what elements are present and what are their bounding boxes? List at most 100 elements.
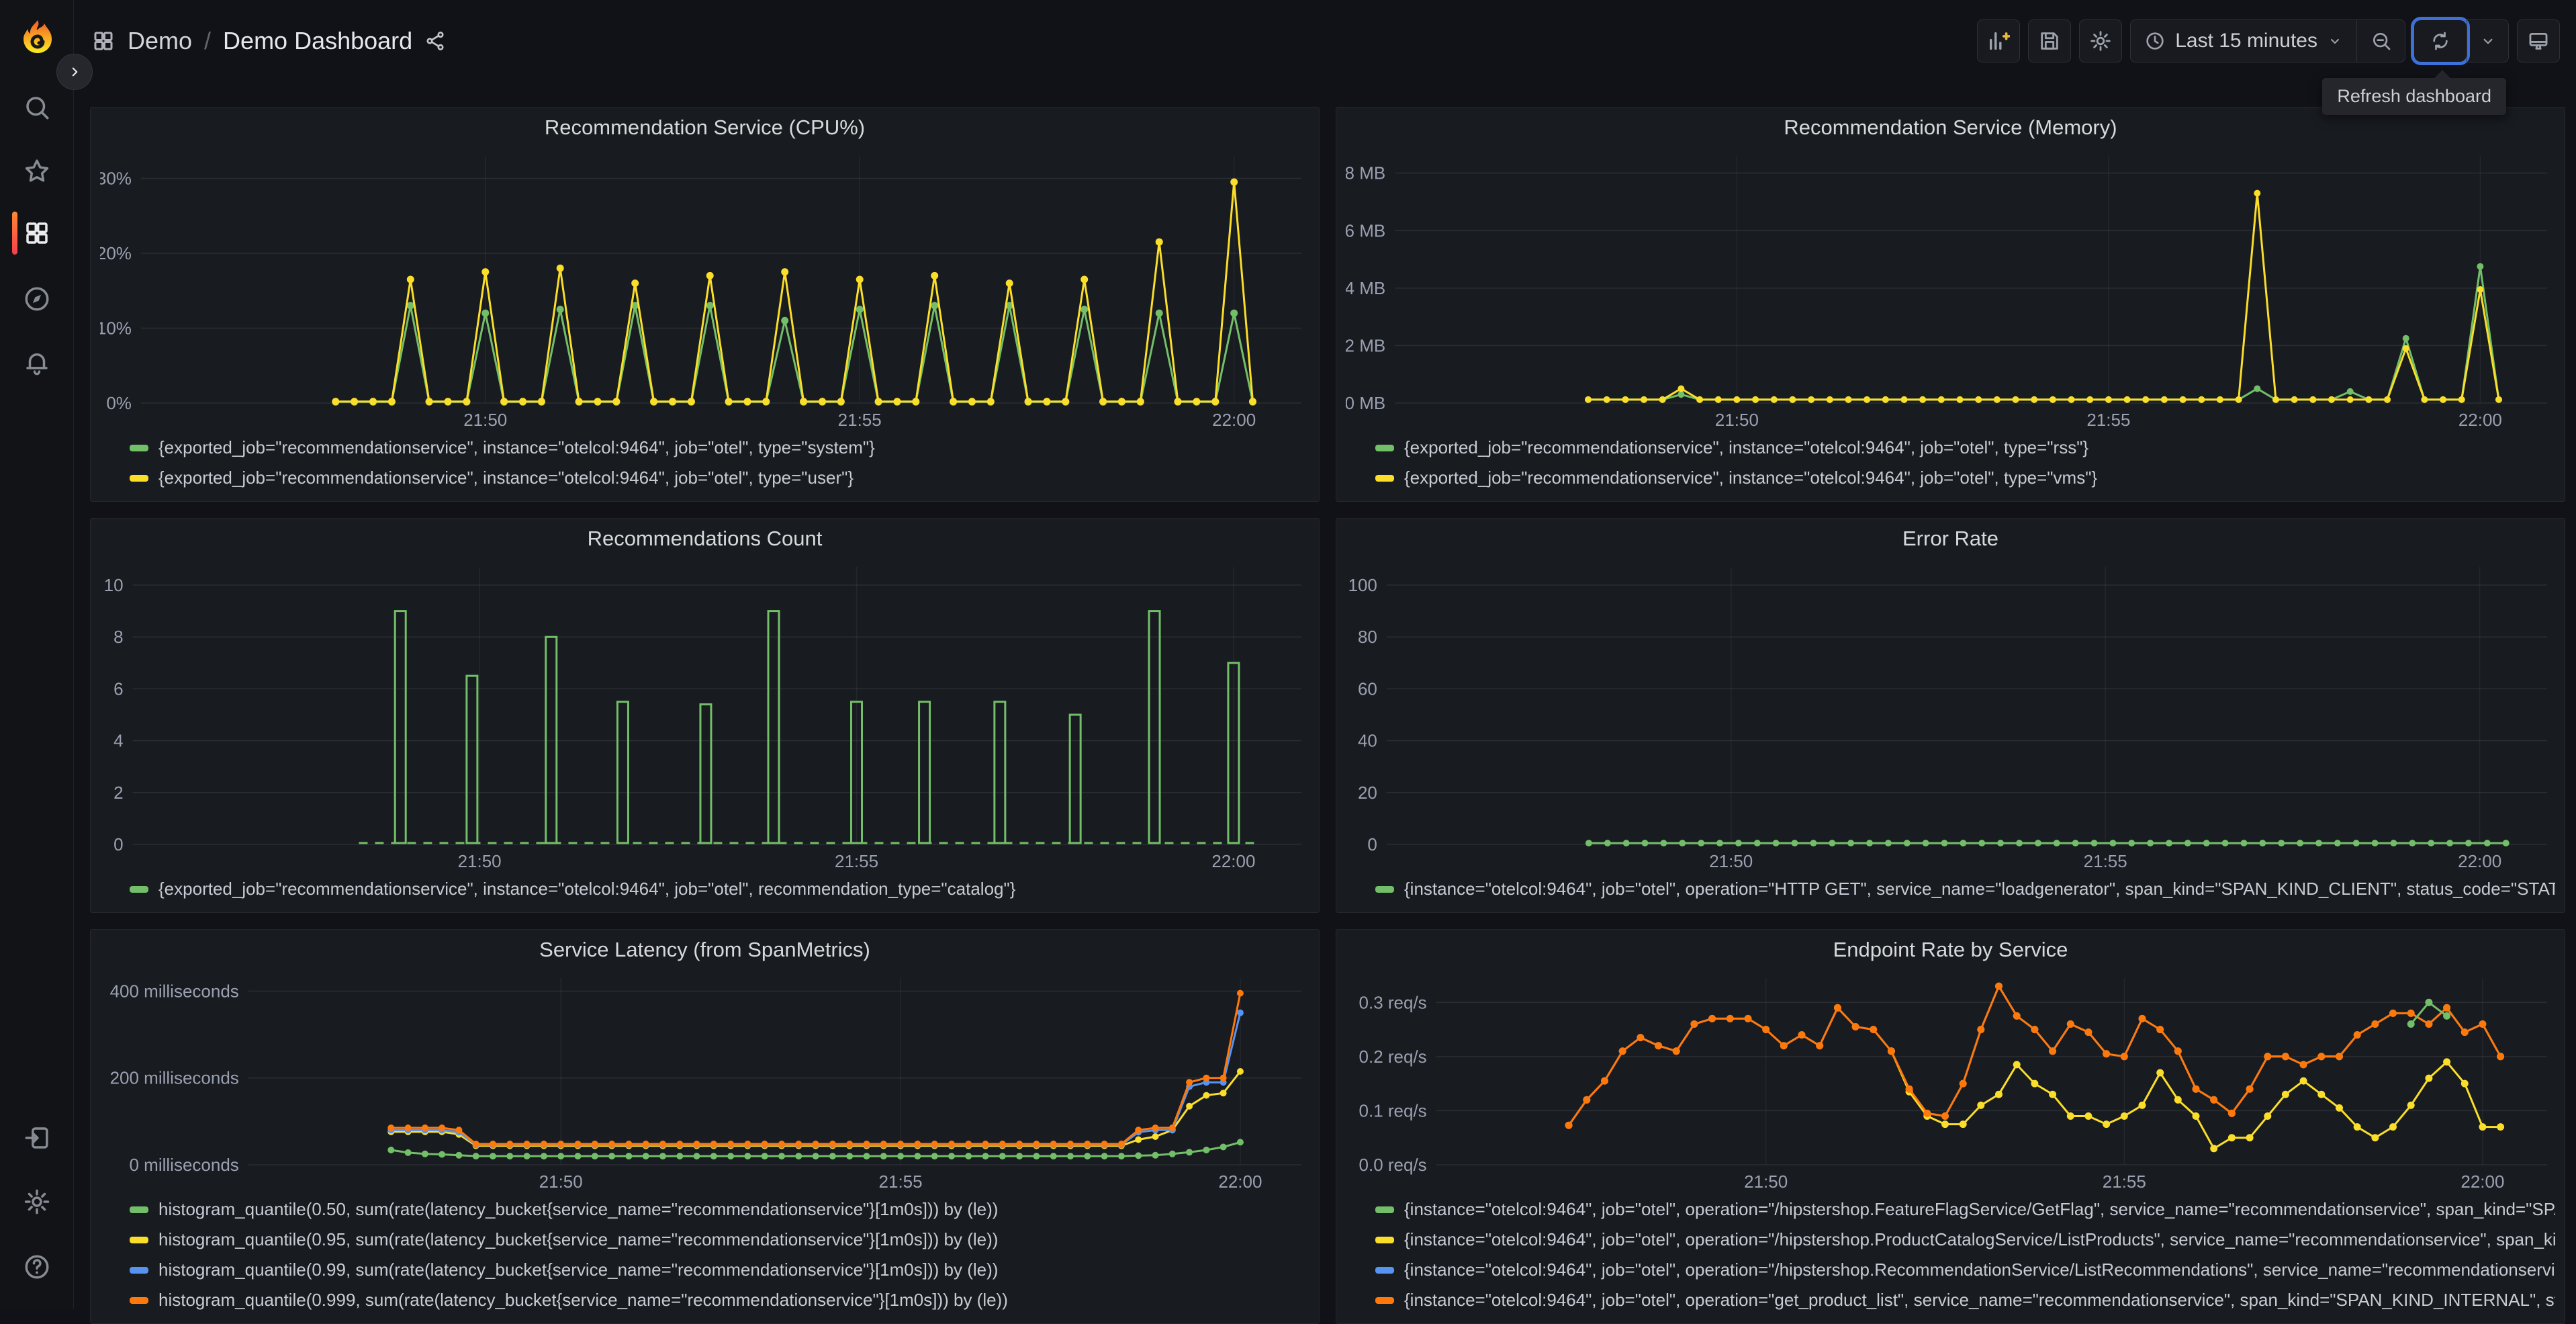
svg-text:21:50: 21:50 xyxy=(539,1172,583,1192)
add-panel-button[interactable] xyxy=(1977,19,2020,62)
sidebar-item-starred[interactable] xyxy=(15,150,58,193)
sidebar-item-help[interactable] xyxy=(15,1245,58,1288)
legend-label[interactable]: {instance="otelcol:9464", job="otel", op… xyxy=(1404,879,2555,899)
svg-text:0: 0 xyxy=(1367,834,1377,854)
compass-icon xyxy=(23,285,51,313)
apps-icon xyxy=(91,29,116,53)
sidebar-expand-button[interactable] xyxy=(56,54,93,90)
legend-item: {exported_job="recommendationservice", i… xyxy=(130,874,1309,904)
panel-header: Recommendation Service (Memory) xyxy=(1346,110,2555,145)
legend: {exported_job="recommendationservice", i… xyxy=(1346,431,2555,496)
help-icon xyxy=(23,1253,51,1281)
legend-item: histogram_quantile(0.99, sum(rate(latenc… xyxy=(130,1255,1309,1285)
svg-text:200 milliseconds: 200 milliseconds xyxy=(110,1068,239,1088)
breadcrumb-current[interactable]: Demo Dashboard xyxy=(223,27,412,55)
svg-text:22:00: 22:00 xyxy=(2460,1172,2504,1192)
legend-swatch xyxy=(1375,1206,1394,1213)
tv-mode-button[interactable] xyxy=(2517,19,2560,62)
chart-area[interactable]: 21:5021:5522:00020406080100 xyxy=(1346,556,2555,873)
chart-area[interactable]: 21:5021:5522:000 MB2 MB4 MB6 MB8 MB xyxy=(1346,145,2555,431)
grafana-logo-icon[interactable] xyxy=(16,17,59,60)
legend: {exported_job="recommendationservice", i… xyxy=(100,873,1309,907)
svg-text:0%: 0% xyxy=(106,393,132,413)
panel-title[interactable]: Service Latency (from SpanMetrics) xyxy=(539,938,870,962)
legend-swatch xyxy=(1375,1297,1394,1304)
legend-swatch xyxy=(1375,1267,1394,1274)
legend-item: {exported_job="recommendationservice", i… xyxy=(1375,463,2555,493)
legend-swatch xyxy=(130,475,148,482)
panel-title[interactable]: Endpoint Rate by Service xyxy=(1833,938,2068,962)
legend-swatch xyxy=(130,886,148,893)
active-section-indicator xyxy=(12,212,17,255)
legend-label[interactable]: {exported_job="recommendationservice", i… xyxy=(1404,437,2088,458)
sidebar-item-sign-in[interactable] xyxy=(15,1116,58,1159)
panel-title[interactable]: Recommendation Service (CPU%) xyxy=(545,116,865,140)
svg-text:21:55: 21:55 xyxy=(2086,410,2130,430)
sidebar-item-preferences[interactable] xyxy=(15,1180,58,1223)
clock-icon xyxy=(2144,30,2166,52)
chart-area[interactable]: 21:5021:5522:000.0 req/s0.1 req/s0.2 req… xyxy=(1346,967,2555,1193)
chart-area[interactable]: 21:5021:5522:000%10%20%30% xyxy=(100,145,1309,431)
sidebar-item-search[interactable] xyxy=(15,86,58,129)
refresh-button[interactable] xyxy=(2414,20,2467,62)
svg-text:21:50: 21:50 xyxy=(458,851,502,871)
legend-label[interactable]: histogram_quantile(0.50, sum(rate(latenc… xyxy=(158,1199,998,1220)
svg-text:2: 2 xyxy=(113,783,123,803)
sidebar-item-alerting[interactable] xyxy=(15,341,58,384)
sidebar-item-dashboards[interactable] xyxy=(15,212,58,255)
svg-text:0.3 req/s: 0.3 req/s xyxy=(1359,992,1427,1012)
legend-label[interactable]: histogram_quantile(0.999, sum(rate(laten… xyxy=(158,1290,1008,1311)
legend-label[interactable]: histogram_quantile(0.95, sum(rate(latenc… xyxy=(158,1229,998,1250)
panel-header: Recommendation Service (CPU%) xyxy=(100,110,1309,145)
legend: histogram_quantile(0.50, sum(rate(latenc… xyxy=(100,1193,1309,1318)
legend-label[interactable]: {exported_job="recommendationservice", i… xyxy=(158,468,854,488)
legend-label[interactable]: {instance="otelcol:9464", job="otel", op… xyxy=(1404,1290,2555,1311)
panel: Error Rate 21:5021:5522:00020406080100 {… xyxy=(1336,518,2565,913)
topbar: Demo / Demo Dashboard Last 15 minutes xyxy=(74,0,2576,82)
refresh-group xyxy=(2413,19,2509,62)
legend-label[interactable]: {instance="otelcol:9464", job="otel", op… xyxy=(1404,1199,2555,1220)
legend-label[interactable]: {exported_job="recommendationservice", i… xyxy=(158,437,875,458)
legend-item: histogram_quantile(0.95, sum(rate(latenc… xyxy=(130,1225,1309,1255)
legend-swatch xyxy=(1375,1237,1394,1243)
time-range-picker[interactable]: Last 15 minutes xyxy=(2131,20,2356,62)
panel-title[interactable]: Error Rate xyxy=(1902,527,1998,551)
save-dashboard-button[interactable] xyxy=(2028,19,2071,62)
legend-item: {exported_job="recommendationservice", i… xyxy=(130,463,1309,493)
legend-label[interactable]: {exported_job="recommendationservice", i… xyxy=(158,879,1015,899)
zoom-out-button[interactable] xyxy=(2356,20,2405,62)
svg-text:21:55: 21:55 xyxy=(838,410,882,430)
legend-label[interactable]: {instance="otelcol:9464", job="otel", op… xyxy=(1404,1260,2555,1280)
toolbar: Last 15 minutes xyxy=(1977,19,2560,62)
refresh-interval-dropdown[interactable] xyxy=(2467,20,2508,62)
panel-title[interactable]: Recommendations Count xyxy=(588,527,823,551)
dashboard-settings-button[interactable] xyxy=(2079,19,2122,62)
panel-title[interactable]: Recommendation Service (Memory) xyxy=(1784,116,2117,140)
legend-label[interactable]: histogram_quantile(0.99, sum(rate(latenc… xyxy=(158,1260,998,1280)
sidebar-item-explore[interactable] xyxy=(15,277,58,320)
chart-area[interactable]: 21:5021:5522:000 milliseconds200 millise… xyxy=(100,967,1309,1193)
svg-text:0 milliseconds: 0 milliseconds xyxy=(130,1155,239,1175)
share-icon[interactable] xyxy=(424,30,446,52)
svg-text:40: 40 xyxy=(1358,731,1377,751)
legend-label[interactable]: {exported_job="recommendationservice", i… xyxy=(1404,468,2097,488)
star-icon xyxy=(23,157,51,185)
svg-text:22:00: 22:00 xyxy=(1218,1172,1262,1192)
chart-svg: 21:5021:5522:000 milliseconds200 millise… xyxy=(100,967,1309,1193)
svg-text:0.2 req/s: 0.2 req/s xyxy=(1359,1047,1427,1067)
svg-text:22:00: 22:00 xyxy=(1211,851,1255,871)
svg-text:400 milliseconds: 400 milliseconds xyxy=(110,981,239,1001)
breadcrumb-parent[interactable]: Demo xyxy=(128,27,192,55)
chevron-right-icon xyxy=(66,63,83,81)
legend-item: histogram_quantile(0.50, sum(rate(latenc… xyxy=(130,1194,1309,1225)
bell-icon xyxy=(23,349,51,377)
legend-label[interactable]: {instance="otelcol:9464", job="otel", op… xyxy=(1404,1229,2555,1250)
svg-text:0.1 req/s: 0.1 req/s xyxy=(1359,1100,1427,1120)
chart-area[interactable]: 21:5021:5522:000246810 xyxy=(100,556,1309,873)
breadcrumb-separator: / xyxy=(204,27,211,55)
svg-text:21:55: 21:55 xyxy=(2103,1172,2146,1192)
chart-svg: 21:5021:5522:000.0 req/s0.1 req/s0.2 req… xyxy=(1346,967,2555,1193)
panel: Recommendations Count 21:5021:5522:00024… xyxy=(90,518,1320,913)
main-area: Demo / Demo Dashboard Last 15 minutes xyxy=(74,0,2576,1309)
panel-header: Service Latency (from SpanMetrics) xyxy=(100,932,1309,967)
